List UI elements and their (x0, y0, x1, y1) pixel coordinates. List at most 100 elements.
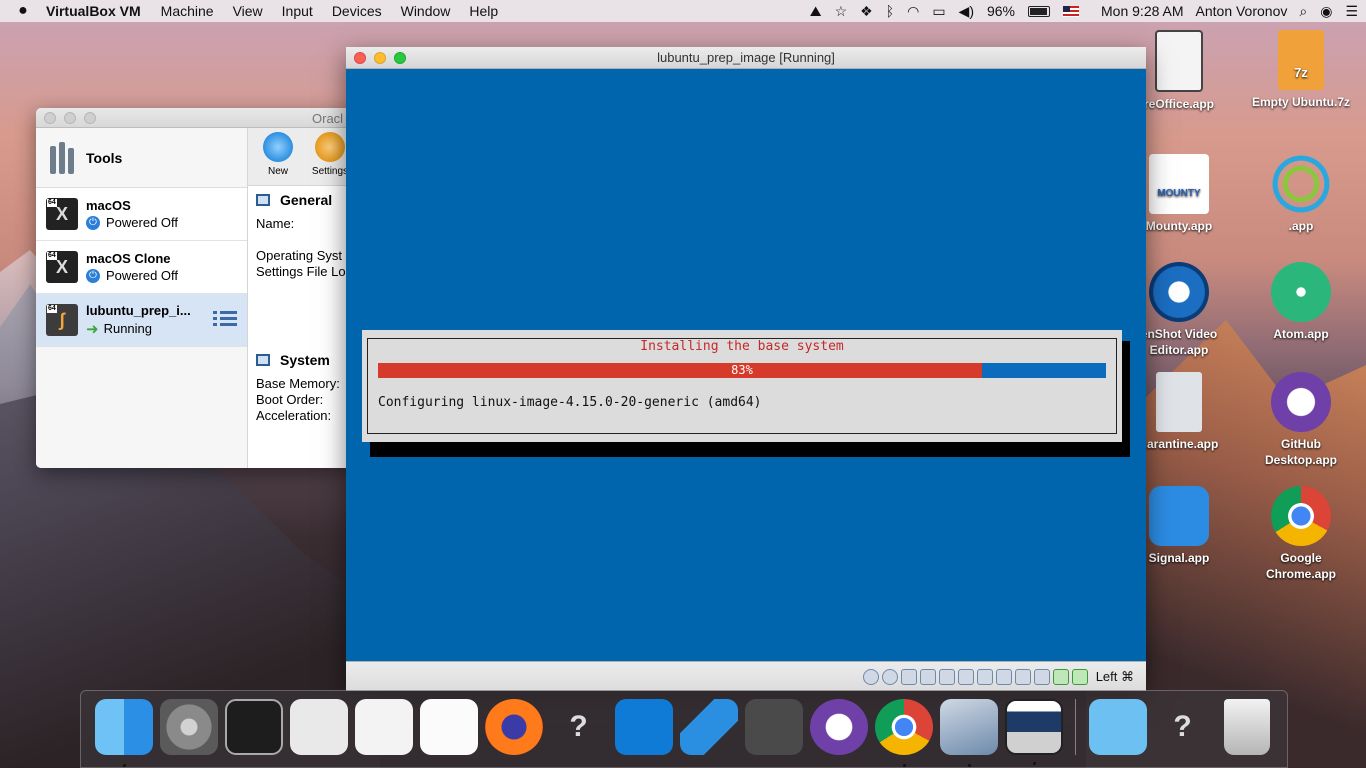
desktop-icon-chrome[interactable]: Google Chrome.app (1246, 486, 1356, 582)
volume-icon[interactable]: ◀) (959, 3, 974, 20)
system-heading: System (280, 352, 330, 368)
progress-message: Configuring linux-image-4.15.0-20-generi… (378, 395, 762, 410)
manager-titlebar[interactable]: Oracl (36, 108, 356, 128)
mouse-integration-icon[interactable] (1052, 668, 1069, 685)
vm-item-macos[interactable]: 64 X macOS ⏻ Powered Off (36, 188, 247, 241)
power-off-icon: ⏻ (86, 215, 100, 230)
usb-icon[interactable] (938, 668, 955, 685)
vm-screen[interactable]: Installing the base system 83% Configuri… (346, 69, 1146, 661)
menu-devices[interactable]: Devices (332, 3, 382, 19)
desktop-icon-app[interactable]: .app (1246, 154, 1356, 234)
minimize-button[interactable] (64, 112, 76, 124)
ubuntu-os-icon: 64 ʃ (46, 304, 78, 336)
vt-x-icon[interactable] (1033, 668, 1050, 685)
close-button[interactable] (354, 52, 366, 64)
7z-archive-icon: 7z (1278, 30, 1324, 90)
finder-icon[interactable] (94, 699, 153, 767)
desktop-icon-label: Google Chrome.app (1265, 551, 1336, 581)
siri-icon[interactable]: ◉ (1320, 3, 1332, 20)
clock[interactable]: Mon 9:28 AM (1101, 3, 1184, 19)
vm-name: lubuntu_prep_i... (86, 302, 191, 318)
keyboard-capture-icon[interactable] (1071, 668, 1088, 685)
rings-app-icon (1271, 154, 1331, 214)
new-button[interactable]: New (252, 128, 304, 185)
desktop-icon-empty-ubuntu[interactable]: 7z Empty Ubuntu.7z (1246, 30, 1356, 110)
spotlight-search-icon[interactable]: ⌕ (1299, 3, 1307, 20)
status-menus: ⛰ ☆ ❖ ᛒ ◠ ▭ ◀) 96% Mon 9:28 AM Anton Vor… (797, 0, 1366, 22)
optical-drive-icon[interactable] (881, 668, 898, 685)
star-icon[interactable]: ☆ (835, 3, 848, 20)
sublime-text-icon[interactable] (744, 699, 803, 755)
wifi-icon[interactable]: ◠ (907, 3, 919, 20)
script-editor-icon[interactable] (289, 699, 348, 755)
textedit-icon[interactable] (419, 699, 478, 755)
zoom-button[interactable] (394, 52, 406, 64)
mountain-icon[interactable]: ⛰ (810, 3, 822, 20)
mounty-icon: MOUNTY (1149, 154, 1209, 214)
close-button[interactable] (44, 112, 56, 124)
airplay-icon[interactable]: ▭ (932, 3, 945, 20)
battery-percent[interactable]: 96% (987, 3, 1015, 19)
unknown-app-icon[interactable]: ? (550, 699, 608, 755)
virtualbox-icon[interactable] (939, 699, 998, 767)
macos-x-icon: 64 X (46, 251, 78, 283)
textedit-icon[interactable] (354, 699, 413, 755)
vm-window: lubuntu_prep_image [Running] Installing … (346, 47, 1146, 691)
menu-view[interactable]: View (233, 3, 263, 19)
trash-icon[interactable] (1224, 699, 1270, 755)
dialog-title: Installing the base system (634, 339, 850, 355)
system-section: System Base Memory: Boot Order: Accelera… (248, 346, 356, 430)
menu-help[interactable]: Help (469, 3, 498, 19)
minimize-button[interactable] (374, 52, 386, 64)
input-source-flag-icon[interactable] (1063, 5, 1080, 17)
menu-machine[interactable]: Machine (161, 3, 214, 19)
firefox-icon[interactable] (484, 699, 543, 755)
system-preferences-icon[interactable] (159, 699, 218, 755)
general-row: Name: (256, 216, 295, 231)
menu-input[interactable]: Input (282, 3, 313, 19)
chrome-icon[interactable] (874, 699, 933, 767)
menu-window[interactable]: Window (401, 3, 451, 19)
progress-label: 83% (731, 363, 753, 377)
virtualbox-vm-icon[interactable] (1004, 699, 1063, 765)
terminal-icon[interactable] (224, 699, 283, 755)
recording-icon[interactable] (995, 668, 1012, 685)
vm-details-menu-icon[interactable] (213, 308, 237, 332)
user-name[interactable]: Anton Voronov (1196, 3, 1288, 19)
apple-menu-icon[interactable]: ● (0, 2, 46, 20)
desktop-icon-atom[interactable]: Atom.app (1246, 262, 1356, 342)
video-capture-icon[interactable] (1014, 668, 1031, 685)
zoom-button[interactable] (84, 112, 96, 124)
vscode-icon[interactable] (679, 699, 738, 755)
app-menu[interactable]: VirtualBox VM (46, 3, 141, 19)
manager-toolbar: New Settings (248, 128, 356, 186)
vm-item-lubuntu[interactable]: 64 ʃ lubuntu_prep_i... ➜ Running (36, 294, 247, 347)
audio-icon[interactable] (900, 668, 917, 685)
extension-icon[interactable]: ❖ (860, 3, 873, 20)
system-row: Acceleration: (256, 408, 332, 423)
display-icon[interactable] (976, 668, 993, 685)
vm-name: macOS (86, 198, 131, 213)
menu-bar: ● VirtualBox VM Machine View Input Devic… (0, 0, 1366, 22)
notification-center-icon[interactable]: ☰ (1345, 3, 1358, 20)
virtualbox-manager-window: Oracl Tools 64 X macOS ⏻ Powered Off 64 X m… (36, 108, 356, 468)
manager-title: Oracl (312, 111, 344, 126)
downloads-folder-icon[interactable] (1088, 699, 1147, 755)
vm-item-macos-clone[interactable]: 64 X macOS Clone ⏻ Powered Off (36, 241, 247, 294)
general-heading: General (280, 192, 333, 208)
battery-icon[interactable] (1028, 5, 1051, 17)
desktop-icon-github-desktop[interactable]: GitHub Desktop.app (1246, 372, 1356, 468)
libreoffice-file-icon (1155, 30, 1203, 92)
network-icon[interactable] (919, 668, 936, 685)
unknown-app-icon[interactable]: ? (1154, 699, 1212, 755)
hard-disk-icon[interactable] (862, 668, 879, 685)
host-key-label: Left ⌘ (1095, 668, 1134, 684)
shared-folders-icon[interactable] (957, 668, 974, 685)
vnc-viewer-icon[interactable] (614, 699, 673, 755)
vm-titlebar[interactable]: lubuntu_prep_image [Running] (346, 47, 1146, 69)
github-desktop-icon[interactable] (809, 699, 868, 755)
bluetooth-icon[interactable]: ᛒ (886, 3, 894, 19)
tools-item[interactable]: Tools (36, 128, 247, 188)
vm-state: Powered Off (106, 268, 179, 283)
general-row: Operating Syst (256, 248, 342, 263)
